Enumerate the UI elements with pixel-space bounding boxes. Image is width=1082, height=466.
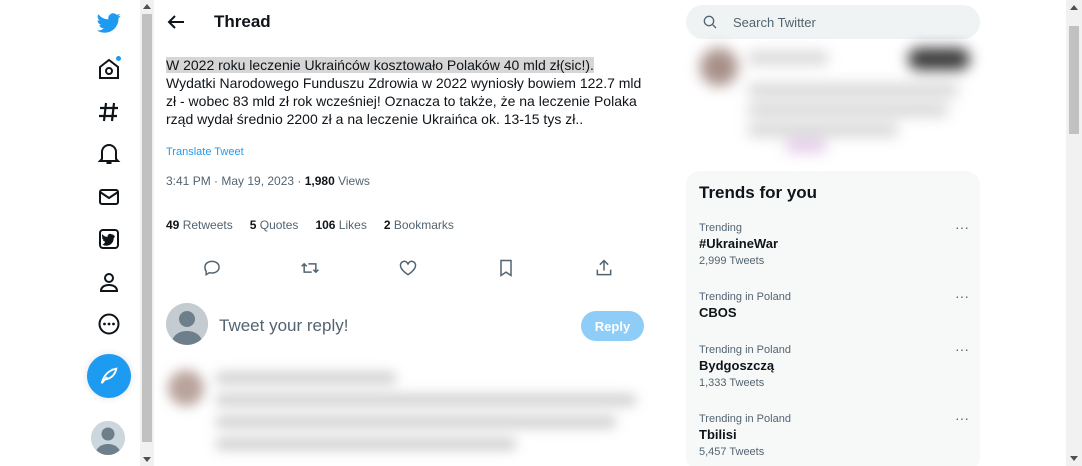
trend-context: Trending in Poland xyxy=(699,344,791,356)
more-options-icon[interactable]: ··· xyxy=(955,219,969,235)
default-avatar-icon xyxy=(166,303,208,345)
nav-more[interactable] xyxy=(88,303,130,345)
nav-messages[interactable] xyxy=(88,176,130,218)
tweet-actions xyxy=(202,258,614,278)
nav-explore[interactable] xyxy=(88,91,130,133)
trend-item[interactable]: Trending in Poland Tbilisi 5,457 Tweets … xyxy=(699,410,969,460)
right-sidebar: Search Twitter Trends for you Trending #… xyxy=(684,0,982,466)
blurred-promo-card xyxy=(686,40,980,158)
trend-context: Trending in Poland xyxy=(699,291,791,303)
nav-verified[interactable] xyxy=(88,218,130,260)
page-scrollbar[interactable] xyxy=(1066,0,1082,466)
scroll-down-arrow-icon[interactable] xyxy=(143,457,151,462)
views-label: Views xyxy=(334,174,370,188)
scroll-down-arrow-icon[interactable] xyxy=(1070,456,1078,461)
trends-title: Trends for you xyxy=(699,183,818,202)
likes-stat[interactable]: 106 Likes xyxy=(315,218,366,232)
tweet-text: W 2022 roku leczenie Ukraińców kosztował… xyxy=(166,56,646,128)
account-avatar[interactable] xyxy=(91,421,125,455)
trend-name: Tbilisi xyxy=(699,427,737,442)
share-icon[interactable] xyxy=(594,258,614,278)
search-icon xyxy=(703,15,717,29)
trend-context: Trending in Poland xyxy=(699,413,791,425)
trend-count: 5,457 Tweets xyxy=(699,446,765,458)
search-input[interactable]: Search Twitter xyxy=(733,15,816,30)
scroll-up-arrow-icon[interactable] xyxy=(143,4,151,9)
trend-name: #UkraineWar xyxy=(699,236,778,251)
more-options-icon[interactable]: ··· xyxy=(955,341,969,357)
reply-button[interactable]: Reply xyxy=(581,311,644,341)
blurred-reply-tweet xyxy=(162,360,656,460)
scroll-up-arrow-icon[interactable] xyxy=(1070,5,1078,10)
reply-input[interactable]: Tweet your reply! xyxy=(219,316,348,336)
explore-hashtag-icon xyxy=(99,102,118,122)
translate-tweet-link[interactable]: Translate Tweet xyxy=(166,146,244,158)
notification-dot xyxy=(115,55,122,62)
profile-icon xyxy=(99,273,119,292)
trend-item[interactable]: Trending in Poland Bydgoszczą 1,333 Twee… xyxy=(699,341,969,391)
default-avatar-icon xyxy=(91,421,125,455)
more-options-icon[interactable]: ··· xyxy=(955,288,969,304)
retweets-label: Retweets xyxy=(179,218,233,232)
left-navigation xyxy=(78,0,140,466)
page-title: Thread xyxy=(214,12,271,31)
quotes-stat[interactable]: 5 Quotes xyxy=(250,218,299,232)
tweet-timestamp[interactable]: 3:41 PM · May 19, 2023 · xyxy=(166,174,305,188)
nav-notifications[interactable] xyxy=(88,133,130,175)
like-heart-icon[interactable] xyxy=(398,258,418,278)
views-count: 1,980 xyxy=(304,174,335,188)
tweet-stats: 49 Retweets 5 Quotes 106 Likes 2 Bookmar… xyxy=(166,218,454,232)
trend-count: 1,333 Tweets xyxy=(699,377,765,389)
retweets-stat[interactable]: 49 Retweets xyxy=(166,218,233,232)
tweet-meta: 3:41 PM · May 19, 2023 · 1,980 Views xyxy=(166,174,370,188)
more-circle-icon xyxy=(98,313,120,335)
reply-icon[interactable] xyxy=(202,258,222,278)
twitter-logo-link[interactable] xyxy=(88,2,130,44)
trend-count: 2,999 Tweets xyxy=(699,255,765,267)
retweet-icon[interactable] xyxy=(300,258,320,278)
trend-name: CBOS xyxy=(699,305,737,320)
retweets-count: 49 xyxy=(166,218,180,232)
search-box[interactable]: Search Twitter xyxy=(686,5,980,39)
compose-feather-icon xyxy=(100,367,118,384)
trend-name: Bydgoszczą xyxy=(699,358,775,373)
scrollbar-thumb[interactable] xyxy=(1069,26,1079,134)
bookmarks-count: 2 xyxy=(383,218,391,232)
nav-home[interactable] xyxy=(88,48,130,90)
trend-item[interactable]: Trending #UkraineWar 2,999 Tweets ··· xyxy=(699,219,969,269)
tweet-text-body: Wydatki Narodowego Funduszu Zdrowia w 20… xyxy=(166,75,642,127)
messages-envelope-icon xyxy=(99,189,119,205)
compose-tweet-button[interactable] xyxy=(87,354,131,398)
bookmarks-stat[interactable]: 2 Bookmarks xyxy=(384,218,454,232)
trends-panel: Trends for you Trending #UkraineWar 2,99… xyxy=(686,171,980,466)
trend-context: Trending xyxy=(699,222,743,234)
verified-icon xyxy=(99,229,119,249)
notifications-bell-icon xyxy=(97,144,121,164)
reply-avatar xyxy=(166,303,208,345)
bookmarks-label: Bookmarks xyxy=(390,218,454,232)
thread-column: Thread W 2022 roku leczenie Ukraińców ko… xyxy=(154,0,660,466)
quotes-label: Quotes xyxy=(256,218,299,232)
likes-count: 106 xyxy=(315,218,336,232)
scrollbar-thumb[interactable] xyxy=(142,14,152,442)
back-arrow-icon[interactable] xyxy=(164,10,188,34)
more-options-icon[interactable]: ··· xyxy=(955,410,969,426)
twitter-logo-icon xyxy=(97,13,121,33)
likes-label: Likes xyxy=(335,218,367,232)
bookmark-icon[interactable] xyxy=(496,258,516,278)
trend-item[interactable]: Trending in Poland CBOS ··· xyxy=(699,288,969,322)
app-root: Thread W 2022 roku leczenie Ukraińców ko… xyxy=(0,0,1082,466)
tweet-text-highlighted: W 2022 roku leczenie Ukraińców kosztował… xyxy=(166,57,594,73)
left-scrollbar[interactable] xyxy=(140,0,154,466)
nav-profile[interactable] xyxy=(88,261,130,303)
